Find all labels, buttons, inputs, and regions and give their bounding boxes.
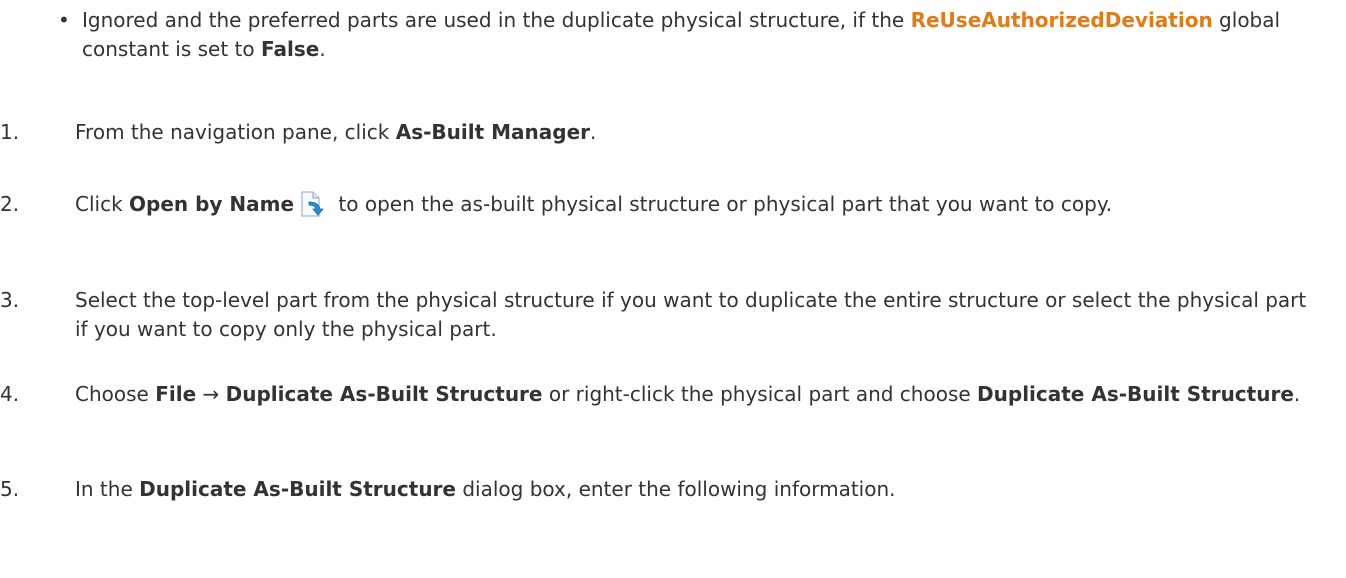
step-text-post: . (1293, 382, 1301, 406)
step-number: 5. (0, 477, 20, 501)
bullet-text-a: Ignored and the preferred parts are used… (82, 8, 911, 32)
as-built-manager-label: As-Built Manager (395, 120, 591, 144)
duplicate-context-label: Duplicate As-Built Structure (977, 382, 1294, 406)
bullet-item: • Ignored and the preferred parts are us… (58, 6, 1318, 64)
bullet-text: Ignored and the preferred parts are used… (82, 6, 1318, 64)
step-number: 3. (0, 288, 20, 312)
step-text-pre: Choose (75, 382, 156, 406)
step-text-post: to open the as-built physical structure … (332, 192, 1113, 216)
global-constant-name: ReUseAuthorizedDeviation (910, 8, 1213, 32)
step-text-pre: In the (75, 477, 140, 501)
step-text: Select the top-level part from the physi… (75, 288, 1307, 341)
duplicate-menu-label: Duplicate As-Built Structure (225, 382, 543, 406)
step-text: Choose File → Duplicate As-Built Structu… (75, 380, 1325, 409)
step-number: 2. (0, 192, 20, 216)
constant-value: False (261, 37, 320, 61)
step-text-pre: Click (75, 192, 130, 216)
open-by-name-label: Open by Name (129, 192, 295, 216)
menu-arrow: → (196, 382, 226, 406)
step-number: 1. (0, 120, 20, 144)
bullet-dot: • (58, 8, 70, 32)
step-text: In the Duplicate As-Built Structure dial… (75, 475, 1325, 504)
bullet-text-c: . (319, 37, 326, 61)
step-text-mid: or right-click the physical part and cho… (542, 382, 978, 406)
step-text-post: dialog box, enter the following informat… (455, 477, 896, 501)
step-text-pre: From the navigation pane, click (75, 120, 396, 144)
step-number: 4. (0, 382, 20, 406)
step-text-post: . (590, 120, 597, 144)
step-text: Click Open by Name to open the as-built … (75, 190, 1325, 219)
step-text: From the navigation pane, click As-Built… (75, 118, 1325, 147)
open-by-name-icon (298, 191, 326, 217)
dialog-name-label: Duplicate As-Built Structure (139, 477, 456, 501)
file-menu-label: File (155, 382, 197, 406)
